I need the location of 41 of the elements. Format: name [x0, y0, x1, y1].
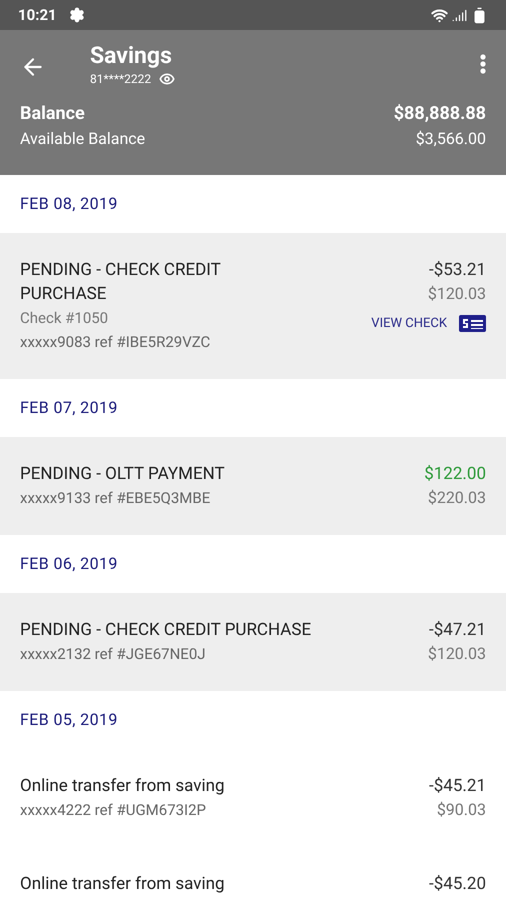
account-number: 81****2222	[90, 71, 152, 88]
account-title: Savings	[90, 42, 173, 70]
date-header: FEB 06, 2019	[20, 553, 118, 575]
running-balance: $220.03	[428, 487, 486, 509]
balance-value: $88,888.88	[394, 102, 486, 126]
available-balance-value: $3,566.00	[416, 128, 486, 150]
settings-icon	[68, 7, 85, 23]
transaction-amount: -$53.21	[429, 259, 486, 282]
balance-label: Balance	[20, 102, 85, 126]
view-check-link[interactable]: VIEW CHECK	[371, 314, 486, 334]
signal-icon	[452, 8, 467, 22]
date-header: FEB 08, 2019	[20, 193, 118, 215]
transaction-reference: xxxxx2132 ref #JGE67NE0J	[20, 644, 207, 665]
date-header: FEB 05, 2019	[20, 709, 118, 731]
available-balance-label: Available Balance	[20, 128, 146, 150]
running-balance: $120.03	[428, 643, 486, 665]
menu-button[interactable]	[480, 54, 486, 74]
transaction-title: Online transfer from saving	[20, 775, 226, 798]
transaction-reference: xxxxx9083 ref #IBE5R29VZC	[20, 332, 212, 353]
date-header: FEB 07, 2019	[20, 397, 118, 419]
running-balance: $90.03	[436, 799, 486, 821]
check-icon	[459, 315, 486, 332]
transaction-reference: xxxxx9133 ref #EBE5Q3MBE	[20, 488, 212, 509]
transaction-amount: $122.00	[424, 463, 486, 486]
transaction-amount: -$45.21	[429, 775, 486, 798]
transaction-amount: -$45.20	[429, 873, 486, 896]
eye-icon[interactable]	[159, 71, 176, 87]
transaction-row[interactable]: PENDING - CHECK CREDIT PURCHASE Check #1050 xxxxx9083 ref #IBE5R29VZC -$53.21 $120.03 VIEW CHECK	[0, 233, 506, 379]
transaction-title: PENDING - CHECK CREDIT PURCHASE	[20, 619, 312, 642]
transaction-title: Online transfer from saving	[20, 873, 226, 896]
transaction-title: PENDING - CHECK CREDIT PURCHASE	[20, 259, 222, 306]
more-icon	[480, 54, 486, 74]
transaction-reference: xxxxx4222 ref #UGM673I2P	[20, 800, 208, 821]
transaction-row[interactable]: PENDING - CHECK CREDIT PURCHASE xxxxx2132 ref #JGE67NE0J -$47.21 $120.03	[0, 593, 506, 691]
transaction-amount: -$47.21	[429, 619, 486, 642]
running-balance: $120.03	[428, 283, 486, 305]
check-number: Check #1050	[20, 308, 110, 329]
transaction-row[interactable]: PENDING - OLTT PAYMENT xxxxx9133 ref #EBE5Q3MBE $122.00 $220.03	[0, 437, 506, 535]
transaction-title: PENDING - OLTT PAYMENT	[20, 463, 226, 486]
wifi-icon	[431, 6, 448, 24]
status-time: 10:21	[18, 4, 57, 26]
